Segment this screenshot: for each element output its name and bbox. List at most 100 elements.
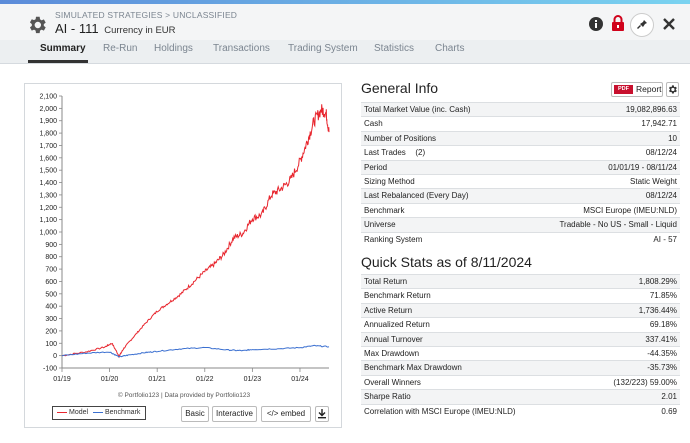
lock-icon[interactable] — [608, 13, 628, 33]
y-tick-label: 900 — [45, 242, 57, 249]
pin-icon — [637, 20, 647, 29]
legend-item-model[interactable]: Model — [57, 409, 88, 416]
row-value[interactable]: 10 — [668, 134, 677, 143]
gear-icon[interactable] — [26, 14, 48, 36]
general-info-title: General Info — [361, 80, 439, 96]
info-icon[interactable] — [586, 14, 606, 34]
y-tick-label: 2,100 — [39, 94, 57, 101]
y-tick-label: 1,500 — [39, 168, 57, 175]
quick-stats-row: Benchmark Return 71.85% — [361, 288, 680, 302]
row-label[interactable]: Last Trades — [364, 148, 406, 157]
row-label: Benchmark Max Drawdown — [364, 363, 462, 373]
y-tick-label: 1,900 — [39, 118, 57, 125]
breadcrumb[interactable]: SIMULATED STRATEGIES > UNCLASSIFIED — [55, 10, 237, 20]
general-info-row: Ranking System AI - 57 — [361, 231, 680, 246]
quick-stats-row: Sharpe Ratio 2.01 — [361, 389, 680, 404]
x-tick-label: 01/19 — [53, 376, 71, 383]
row-value[interactable]: AI - 57 — [653, 235, 677, 244]
report-button[interactable]: PDF Report — [611, 82, 663, 97]
row-label: Annual Turnover — [364, 334, 423, 344]
row-label: Active Return — [364, 305, 413, 315]
y-tick-label: 1,800 — [39, 131, 57, 138]
row-value: Static Weight — [630, 176, 677, 186]
quick-stats-row: Annualized Return 69.18% — [361, 317, 680, 331]
legend-swatch-benchmark — [93, 411, 103, 413]
chart-legend[interactable]: Model Benchmark — [52, 406, 146, 420]
embed-button[interactable]: </> embed — [261, 406, 311, 422]
tab-statistics[interactable]: Statistics — [374, 43, 414, 54]
cog-icon — [668, 85, 677, 94]
x-tick-label: 01/22 — [196, 376, 214, 383]
tab-bar: Summary Re-Run Holdings Transactions Tra… — [0, 40, 690, 63]
performance-chart-panel: -100 0 100 200 300 400 500 600 700 800 900 1,000 1,1… — [24, 83, 342, 428]
tab-summary[interactable]: Summary — [40, 43, 86, 54]
y-tick-label: 100 — [45, 341, 57, 348]
series-line-model[interactable] — [61, 104, 330, 359]
quick-stats-row: Benchmark Max Drawdown -35.73% — [361, 360, 680, 375]
quick-stats-row: Total Return 1,808.29% — [361, 274, 680, 289]
row-label: Period — [364, 162, 388, 172]
y-tick-label: 1,400 — [39, 180, 57, 187]
download-button[interactable] — [315, 406, 329, 422]
row-label: Total Market Value (inc. Cash) — [364, 105, 471, 114]
row-label: Max Drawdown — [364, 348, 420, 358]
y-tick-label: 200 — [45, 328, 57, 335]
quick-stats-row: Active Return 1,736.44% — [361, 302, 680, 318]
general-info-row: Sizing Method Static Weight — [361, 173, 680, 188]
tab-re-run[interactable]: Re-Run — [103, 43, 137, 54]
close-icon[interactable] — [659, 14, 679, 34]
general-info-row: Period 01/01/19 - 08/11/24 — [361, 159, 680, 174]
row-value: 08/12/24 — [645, 191, 677, 201]
quick-stats-row: Overall Winners (132/223) 59.00% — [361, 374, 680, 389]
row-value[interactable]: 08/12/24 — [646, 148, 677, 157]
tab-charts[interactable]: Charts — [435, 43, 464, 54]
row-value: 1,808.29% — [638, 277, 677, 286]
row-value[interactable]: Tradable - No US - Small - Liquid — [559, 220, 677, 229]
report-settings-button[interactable] — [666, 82, 679, 97]
tab-holdings[interactable]: Holdings — [154, 43, 193, 54]
tab-trading-system[interactable]: Trading System — [288, 43, 358, 54]
y-tick-label: 2,000 — [39, 106, 57, 113]
y-tick-label: 1,300 — [39, 192, 57, 199]
row-label: Annualized Return — [364, 320, 430, 330]
row-value: -44.35% — [647, 348, 677, 358]
general-info-row: Cash 17,942.71 — [361, 116, 680, 130]
x-tick-label: 01/21 — [148, 376, 166, 383]
tab-transactions[interactable]: Transactions — [213, 43, 270, 54]
quick-stats-table: Total Return 1,808.29% Benchmark Return 71.… — [361, 274, 680, 418]
general-info-row: Last Rebalanced (Every Day) 08/12/24 — [361, 188, 680, 203]
basic-chart-button[interactable]: Basic — [181, 406, 209, 422]
y-tick-label: 1,100 — [39, 217, 57, 224]
row-value: 0.69 — [661, 406, 677, 416]
row-label: Benchmark — [364, 205, 405, 215]
x-tick-label: 01/20 — [101, 376, 119, 383]
row-label: Benchmark Return — [364, 291, 431, 301]
row-value: 01/01/19 - 08/11/24 — [608, 162, 677, 172]
general-info-table: Total Market Value (inc. Cash) 19,082,896… — [361, 102, 680, 246]
quick-stats-row: Annual Turnover 337.41% — [361, 331, 680, 346]
y-tick-label: 700 — [45, 267, 57, 274]
legend-item-benchmark[interactable]: Benchmark — [93, 409, 140, 416]
page-title: AI - 111 Currency in EUR — [55, 21, 176, 36]
row-label: Cash — [364, 119, 383, 129]
general-info-row: Last Trades (2) 08/12/24 — [361, 145, 680, 159]
row-label: Sizing Method — [364, 176, 415, 186]
general-info-row: Total Market Value (inc. Cash) 19,082,896… — [361, 102, 680, 117]
row-label-count: (2) — [415, 148, 426, 158]
row-value: 69.18% — [649, 320, 677, 330]
general-info-row: Number of Positions 10 — [361, 130, 680, 146]
row-value: 2.01 — [661, 392, 677, 402]
row-label[interactable]: Number of Positions — [364, 134, 436, 143]
row-label: Sharpe Ratio — [364, 392, 411, 402]
row-value: 17,942.71 — [641, 119, 677, 129]
row-label: Correlation with MSCI Europe (IMEU:NLD) — [364, 406, 516, 416]
interactive-chart-button[interactable]: Interactive — [212, 406, 257, 422]
y-tick-label: 300 — [45, 316, 57, 323]
row-label: Universe — [364, 220, 396, 230]
row-value: (132/223) 59.00% — [613, 377, 677, 387]
row-value: MSCI Europe (IMEU:NLD) — [583, 205, 677, 215]
x-tick-label: 01/23 — [244, 376, 262, 383]
y-tick-label: 400 — [45, 304, 57, 311]
pin-button[interactable] — [630, 13, 654, 37]
performance-chart[interactable]: -100 0 100 200 300 400 500 600 700 800 900 1,000 1,1… — [25, 84, 343, 429]
